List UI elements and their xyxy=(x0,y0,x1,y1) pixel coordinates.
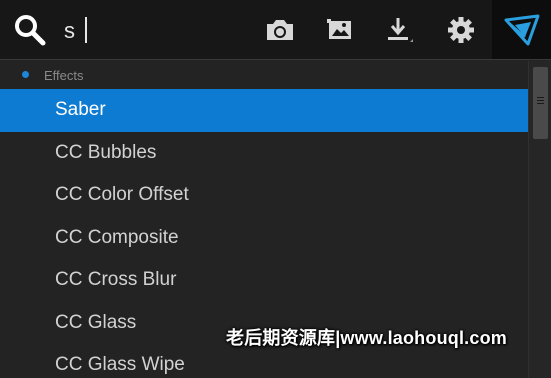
image-icon[interactable] xyxy=(322,12,358,48)
result-item[interactable]: CC Color Offset xyxy=(0,174,528,217)
watermark: 老后期资源库|www.laohouql.com xyxy=(226,328,507,348)
camera-icon[interactable] xyxy=(262,12,298,48)
download-icon[interactable] xyxy=(382,12,418,48)
text-caret xyxy=(85,17,87,43)
result-item-label: CC Color Offset xyxy=(55,184,189,205)
result-item[interactable]: CC Composite xyxy=(0,217,528,260)
plugin-logo-icon[interactable] xyxy=(492,0,551,59)
scrollbar[interactable] xyxy=(528,61,551,378)
result-item-selected[interactable]: Saber xyxy=(0,89,528,132)
result-item-label: Saber xyxy=(55,99,106,120)
grip-line xyxy=(537,97,544,98)
search-icon[interactable] xyxy=(12,12,48,48)
result-item[interactable]: CC Cross Blur xyxy=(0,259,528,302)
grip-line xyxy=(537,100,544,101)
result-item-label: CC Bubbles xyxy=(55,141,157,163)
result-item-label: CC Glass xyxy=(55,311,137,333)
search-toolbar xyxy=(0,0,551,60)
result-item-label: CC Cross Blur xyxy=(55,269,177,290)
result-item-label: CC Glass Wipe xyxy=(55,354,185,375)
grip-line xyxy=(537,103,544,104)
category-header: Effects xyxy=(0,61,528,89)
result-item[interactable]: CC Bubbles xyxy=(0,132,528,175)
category-label: Effects xyxy=(44,68,84,83)
result-item-label: CC Composite xyxy=(55,226,179,248)
category-bullet-icon xyxy=(22,71,29,78)
gear-icon[interactable] xyxy=(443,12,479,48)
scrollbar-thumb[interactable] xyxy=(533,67,548,139)
search-input[interactable] xyxy=(64,14,264,48)
